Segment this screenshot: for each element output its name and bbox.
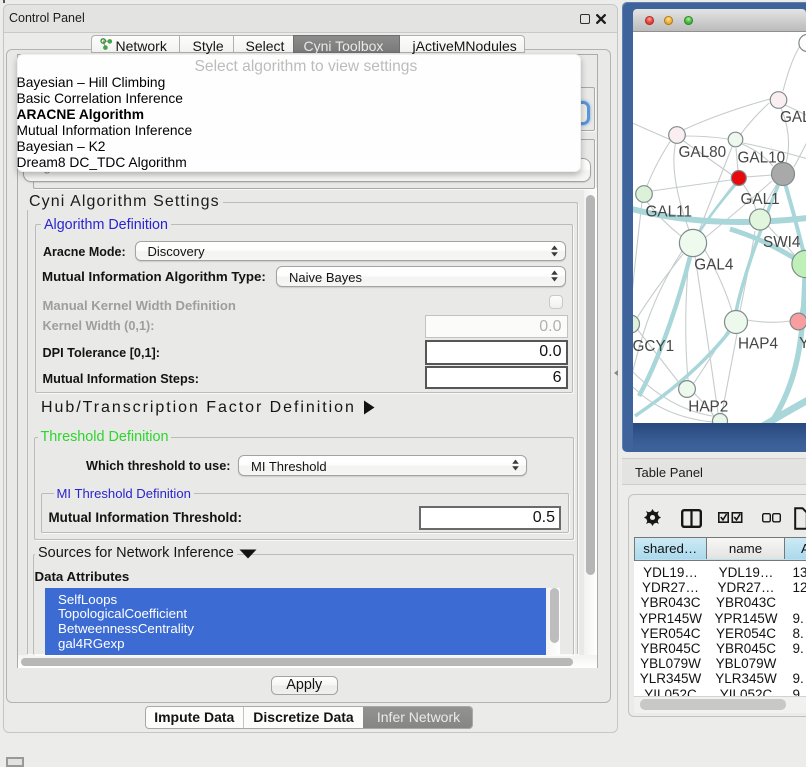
svg-text:GAL80: GAL80 [679, 144, 727, 161]
svg-text:HAP4: HAP4 [738, 335, 778, 352]
svg-text:GCY1: GCY1 [633, 338, 674, 355]
svg-text:GAL7: GAL7 [780, 109, 806, 126]
svg-text:Y: Y [799, 335, 806, 352]
svg-text:GAL4: GAL4 [694, 256, 734, 273]
svg-text:SWI4: SWI4 [763, 234, 801, 251]
svg-text:HAP2: HAP2 [688, 398, 728, 415]
svg-text:GAL1: GAL1 [741, 191, 780, 208]
svg-text:GAL10: GAL10 [738, 149, 786, 166]
svg-text:GAL11: GAL11 [646, 203, 693, 220]
